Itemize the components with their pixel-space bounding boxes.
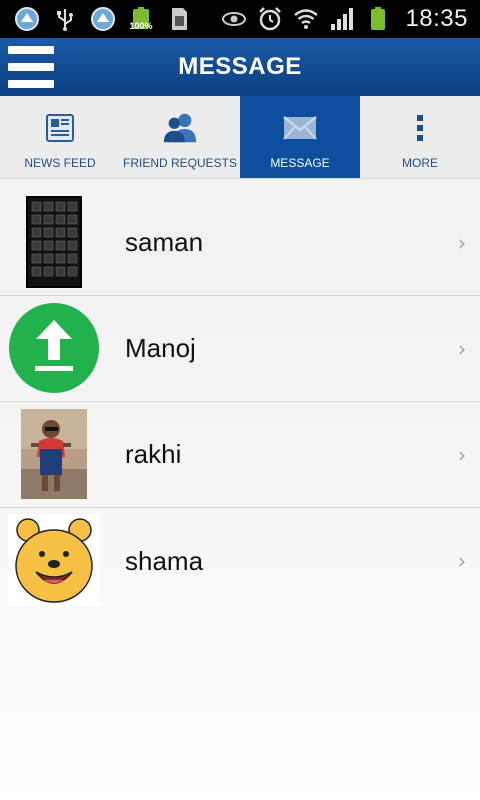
contact-name: Manoj xyxy=(125,333,196,363)
hamburger-menu-icon[interactable] xyxy=(8,46,54,88)
browser-icon xyxy=(90,6,116,32)
app-header: MESSAGE xyxy=(0,38,480,96)
conversation-list: saman › Manoj › rakhi › shama › xyxy=(0,190,480,614)
contact-name: rakhi xyxy=(125,439,182,469)
tab-bar: NEWS FEED FRIEND REQUESTS MESSAGE MORE xyxy=(0,96,480,179)
friends-icon xyxy=(162,110,198,146)
avatar xyxy=(8,408,100,500)
status-bar: 100% 18:35 xyxy=(0,0,480,38)
contact-name: saman xyxy=(125,227,204,257)
page-title: MESSAGE xyxy=(178,53,302,80)
tab-label: MESSAGE xyxy=(270,156,330,170)
tab-label: MORE xyxy=(402,156,438,170)
eye-icon xyxy=(221,6,247,32)
tab-label: FRIEND REQUESTS xyxy=(122,156,237,170)
alarm-icon xyxy=(257,6,283,32)
tab-news-feed[interactable]: NEWS FEED xyxy=(0,96,120,178)
screen: 100% 18:35 MESSAGE NEWS FEED FRIEND REQU… xyxy=(0,0,480,800)
avatar xyxy=(8,514,100,606)
usb-icon xyxy=(52,6,78,32)
sd-card-icon xyxy=(166,6,192,32)
chevron-right-icon: › xyxy=(458,230,466,255)
keyboard-photo xyxy=(26,196,82,288)
list-item-saman[interactable]: saman › xyxy=(0,190,480,296)
more-vertical-icon xyxy=(402,110,438,146)
tab-label: NEWS FEED xyxy=(24,156,96,170)
child-photo xyxy=(21,409,87,499)
chevron-right-icon: › xyxy=(458,336,466,361)
battery-percent-label: 100% xyxy=(129,21,153,31)
battery-icon xyxy=(365,6,391,32)
signal-icon xyxy=(329,6,355,32)
battery-full-icon: 100% xyxy=(128,6,154,32)
status-time: 18:35 xyxy=(405,5,468,32)
contact-name: shama xyxy=(125,545,204,576)
envelope-icon xyxy=(282,110,318,146)
list-item-manoj[interactable]: Manoj › xyxy=(0,296,480,402)
tab-more[interactable]: MORE xyxy=(360,96,480,178)
avatar xyxy=(8,302,100,394)
tab-friend-requests[interactable]: FRIEND REQUESTS xyxy=(120,96,240,178)
chevron-right-icon: › xyxy=(458,442,466,467)
list-item-shama[interactable]: shama › xyxy=(0,508,480,614)
upload-icon xyxy=(9,303,99,393)
avatar xyxy=(8,196,100,288)
chevron-right-icon: › xyxy=(458,549,466,573)
browser-icon xyxy=(14,6,40,32)
list-item-rakhi[interactable]: rakhi › xyxy=(0,402,480,508)
tab-message[interactable]: MESSAGE xyxy=(240,96,360,178)
wifi-icon xyxy=(293,6,319,32)
pooh-bear-image xyxy=(8,514,100,606)
newspaper-icon xyxy=(42,110,78,146)
